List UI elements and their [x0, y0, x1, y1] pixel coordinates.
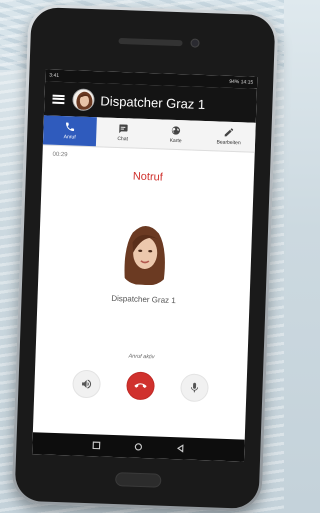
tab-label: Anruf — [63, 134, 76, 141]
back-icon[interactable] — [176, 444, 184, 453]
page-title: Dispatcher Graz 1 — [100, 92, 206, 112]
status-bar-left: 3:41 — [49, 72, 60, 79]
tab-label: Karte — [169, 137, 182, 145]
earpiece-speaker — [118, 37, 183, 47]
call-status: Anruf aktiv — [128, 353, 155, 361]
globe-icon — [171, 126, 181, 135]
phone-screen: 3:41 94% 14:15 Dispatcher Graz 1 Anruf C… — [32, 69, 258, 462]
hangup-button[interactable] — [126, 371, 156, 401]
hamburger-menu-icon[interactable] — [52, 94, 65, 104]
call-type-label: Notruf — [132, 170, 164, 184]
chat-icon — [119, 124, 128, 134]
phone-icon — [66, 122, 75, 132]
tab-label: Bearbeiten — [216, 139, 241, 147]
microphone-icon — [191, 382, 199, 393]
pencil-icon — [224, 128, 234, 137]
home-icon[interactable] — [134, 443, 143, 451]
microphone-button[interactable] — [180, 373, 209, 403]
recent-apps-icon[interactable] — [92, 441, 101, 450]
hangup-icon — [134, 383, 147, 388]
caller-avatar — [119, 218, 172, 286]
phone-body: 3:41 94% 14:15 Dispatcher Graz 1 Anruf C… — [14, 6, 276, 510]
tab-karte[interactable]: Karte — [149, 119, 203, 150]
tab-anruf[interactable]: Anruf — [42, 115, 97, 147]
phone-device: 3:41 94% 14:15 Dispatcher Graz 1 Anruf C… — [11, 3, 279, 513]
call-controls — [34, 368, 247, 403]
tab-label: Chat — [117, 135, 129, 143]
tab-chat[interactable]: Chat — [96, 117, 150, 148]
front-camera — [190, 38, 200, 48]
physical-home-button[interactable] — [115, 472, 162, 488]
speaker-icon — [82, 379, 92, 389]
speaker-button[interactable] — [72, 369, 102, 399]
status-bar-right: 94% 14:15 — [229, 78, 254, 86]
caller-name: Dispatcher Graz 1 — [111, 293, 176, 306]
android-nav-bar — [32, 432, 245, 462]
tab-bearbeiten[interactable]: Bearbeiten — [202, 121, 256, 152]
avatar[interactable] — [72, 88, 95, 112]
